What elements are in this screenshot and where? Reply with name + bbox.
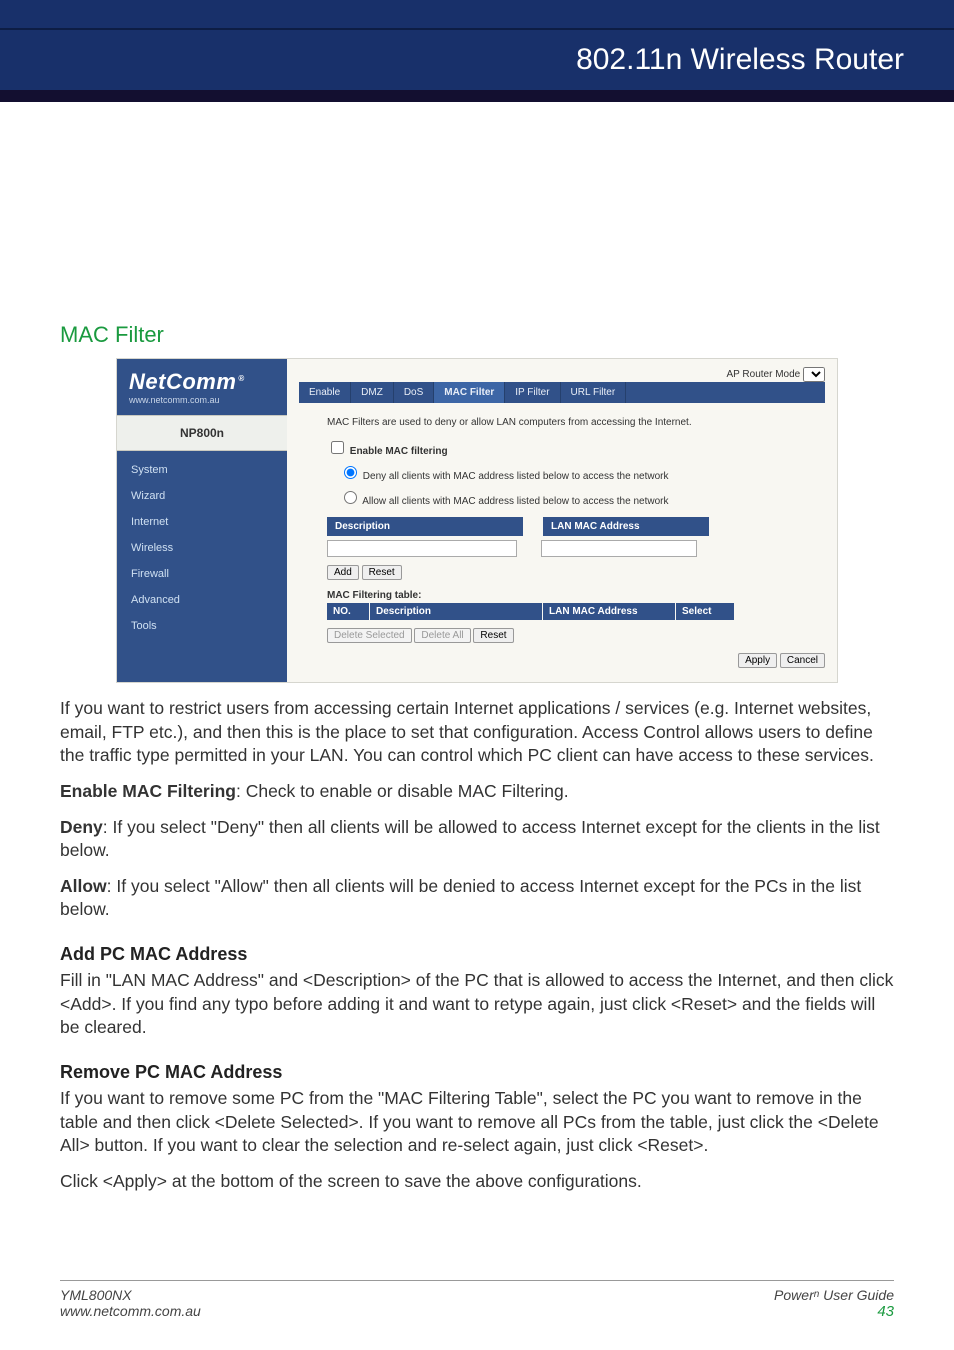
add-button[interactable]: Add	[327, 565, 359, 580]
brand-logo: NetComm®	[117, 359, 287, 395]
add-buttons: Add Reset	[327, 565, 825, 580]
para-apply: Click <Apply> at the bottom of the scree…	[60, 1170, 894, 1194]
reset-button[interactable]: Reset	[362, 565, 402, 580]
table-reset-button[interactable]: Reset	[473, 628, 513, 643]
para-deny: Deny: If you select "Deny" then all clie…	[60, 816, 894, 863]
main-panel: AP Router Mode Enable DMZ DoS MAC Filter…	[287, 359, 837, 682]
page-footer: YML800NX www.netcomm.com.au Powern User …	[60, 1280, 894, 1320]
section-title: MAC Filter	[60, 322, 894, 348]
mode-selector-wrap: AP Router Mode	[726, 367, 825, 382]
footer-right: Powern User Guide 43	[774, 1287, 894, 1320]
apply-button[interactable]: Apply	[738, 653, 777, 668]
enable-text: : Check to enable or disable MAC Filteri…	[236, 781, 569, 801]
router-ui-screenshot: NetComm® www.netcomm.com.au NP800n Syste…	[116, 358, 838, 683]
description-input[interactable]	[327, 540, 517, 557]
heading-remove-pc: Remove PC MAC Address	[60, 1062, 894, 1083]
footer-page-number: 43	[774, 1303, 894, 1320]
sidebar-item-internet[interactable]: Internet	[117, 509, 287, 535]
table-header: NO. Description LAN MAC Address Select	[327, 603, 825, 620]
header-top-band	[0, 0, 954, 28]
allow-bold: Allow	[60, 876, 107, 896]
enable-mac-label: Enable MAC filtering	[350, 446, 448, 457]
radio-allow[interactable]	[344, 491, 357, 504]
sidebar-item-wireless[interactable]: Wireless	[117, 535, 287, 561]
deny-bold: Deny	[60, 817, 103, 837]
header-title: 802.11n Wireless Router	[576, 43, 904, 77]
tbl-col-no: NO.	[327, 603, 369, 620]
sidebar-item-firewall[interactable]: Firewall	[117, 561, 287, 587]
radio-deny[interactable]	[344, 466, 357, 479]
table-buttons: Delete Selected Delete All Reset	[327, 628, 825, 643]
para-add-pc: Fill in "LAN MAC Address" and <Descripti…	[60, 969, 894, 1040]
radio-allow-label: Allow all clients with MAC address liste…	[362, 496, 668, 507]
enable-bold: Enable MAC Filtering	[60, 781, 236, 801]
col-description: Description	[327, 517, 523, 536]
allow-row: Allow all clients with MAC address liste…	[339, 488, 825, 507]
tab-url-filter[interactable]: URL Filter	[561, 382, 627, 403]
footer-url: www.netcomm.com.au	[60, 1303, 201, 1319]
registered-icon: ®	[238, 374, 244, 383]
mode-label: AP Router Mode	[726, 369, 800, 380]
allow-text: : If you select "Allow" then all clients…	[60, 876, 861, 920]
table-title: MAC Filtering table:	[327, 590, 825, 601]
content-area: MAC Filter NetComm® www.netcomm.com.au N…	[0, 102, 954, 1193]
para-intro: If you want to restrict users from acces…	[60, 697, 894, 768]
brand-name: NetComm	[129, 369, 236, 394]
heading-add-pc: Add PC MAC Address	[60, 944, 894, 965]
tab-mac-filter[interactable]: MAC Filter	[434, 382, 505, 403]
mode-dropdown[interactable]	[803, 367, 825, 382]
radio-deny-label: Deny all clients with MAC address listed…	[363, 471, 669, 482]
deny-row: Deny all clients with MAC address listed…	[339, 463, 825, 482]
tab-ip-filter[interactable]: IP Filter	[505, 382, 560, 403]
tab-enable[interactable]: Enable	[299, 382, 351, 403]
tbl-col-mac: LAN MAC Address	[543, 603, 675, 620]
para-enable: Enable MAC Filtering: Check to enable or…	[60, 780, 894, 804]
tbl-col-select: Select	[676, 603, 734, 620]
footer-brand: Power	[774, 1287, 814, 1303]
sidebar-item-tools[interactable]: Tools	[117, 613, 287, 639]
sidebar-item-wizard[interactable]: Wizard	[117, 483, 287, 509]
document-page: { "header": { "title": "802.11n Wireless…	[0, 0, 954, 1350]
para-allow: Allow: If you select "Allow" then all cl…	[60, 875, 894, 922]
footer-model: YML800NX	[60, 1287, 132, 1303]
enable-mac-checkbox[interactable]	[331, 441, 344, 454]
sidebar-item-advanced[interactable]: Advanced	[117, 587, 287, 613]
footer-guide: User Guide	[819, 1287, 894, 1303]
apply-row: Apply Cancel	[299, 653, 825, 668]
tab-dmz[interactable]: DMZ	[351, 382, 394, 403]
footer-left: YML800NX www.netcomm.com.au	[60, 1287, 201, 1320]
tab-dos[interactable]: DoS	[394, 382, 434, 403]
col-mac: LAN MAC Address	[543, 517, 709, 536]
tabs: Enable DMZ DoS MAC Filter IP Filter URL …	[299, 382, 825, 403]
sidebar-item-system[interactable]: System	[117, 457, 287, 483]
sidebar: NetComm® www.netcomm.com.au NP800n Syste…	[117, 359, 287, 682]
model-label: NP800n	[117, 415, 287, 451]
delete-all-button[interactable]: Delete All	[414, 628, 470, 643]
sidebar-nav: System Wizard Internet Wireless Firewall…	[117, 451, 287, 645]
mac-input[interactable]	[541, 540, 697, 557]
para-remove-pc: If you want to remove some PC from the "…	[60, 1087, 894, 1158]
footer-sup: n	[814, 1289, 820, 1300]
deny-text: : If you select "Deny" then all clients …	[60, 817, 880, 861]
tbl-col-desc: Description	[370, 603, 542, 620]
add-header-row: Description LAN MAC Address	[327, 517, 825, 536]
cancel-button[interactable]: Cancel	[780, 653, 825, 668]
header-title-band: 802.11n Wireless Router	[0, 28, 954, 90]
add-input-row	[327, 540, 825, 557]
panel-intro: MAC Filters are used to deny or allow LA…	[327, 417, 825, 428]
brand-url: www.netcomm.com.au	[117, 395, 287, 415]
enable-row: Enable MAC filtering	[327, 438, 825, 457]
delete-selected-button[interactable]: Delete Selected	[327, 628, 412, 643]
header-divider	[0, 90, 954, 102]
